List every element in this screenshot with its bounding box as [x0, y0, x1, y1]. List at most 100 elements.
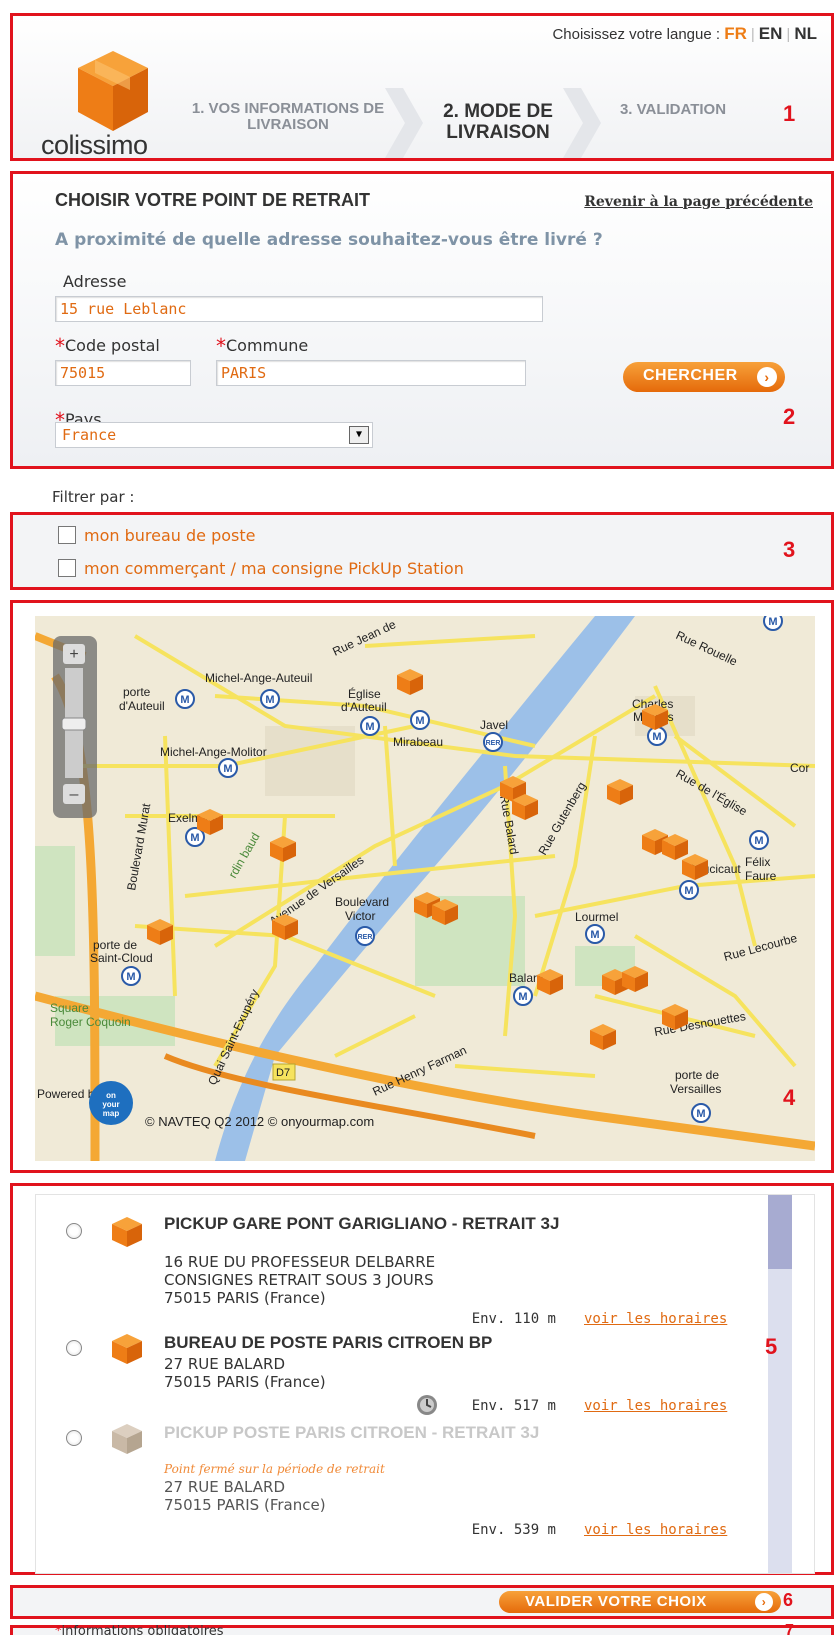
svg-text:map: map	[103, 1109, 120, 1118]
postal-code-input[interactable]: 75015	[55, 360, 191, 386]
svg-text:RER: RER	[358, 934, 373, 941]
svg-text:Église: Église	[348, 686, 381, 701]
radio-button[interactable]	[66, 1340, 82, 1356]
filter-post-office[interactable]: mon bureau de poste	[58, 523, 255, 547]
postal-label: *Code postal	[55, 334, 160, 358]
section-number: 4	[783, 1085, 796, 1110]
filter-post-office-label: mon bureau de poste	[84, 525, 256, 545]
svg-text:Mirabeau: Mirabeau	[393, 735, 443, 749]
language-en[interactable]: EN	[759, 24, 783, 43]
chevron-right-icon	[563, 88, 601, 158]
svg-text:M: M	[190, 832, 199, 844]
hours-link[interactable]: voir les horaires	[584, 1398, 727, 1414]
item-address: 27 RUE BALARD 75015 PARIS (France)	[164, 1355, 326, 1391]
svg-text:porte de: porte de	[93, 938, 137, 952]
hours-link[interactable]: voir les horaires	[584, 1522, 727, 1538]
language-nl[interactable]: NL	[794, 24, 817, 43]
checkbox[interactable]	[58, 559, 76, 577]
svg-text:your: your	[102, 1100, 119, 1109]
filter-pickup-station-label: mon commerçant / ma consigne PickUp Stat…	[84, 558, 464, 578]
section-number: 3	[783, 537, 796, 562]
svg-text:d'Auteuil: d'Auteuil	[341, 700, 387, 714]
city-label: *Commune	[216, 334, 309, 358]
country-select[interactable]: France ▼	[55, 422, 373, 448]
section-number: 2	[783, 404, 796, 429]
arrow-right-icon: ›	[755, 1593, 773, 1611]
radio-button[interactable]	[66, 1223, 82, 1239]
step-3: 3. VALIDATION	[619, 101, 727, 118]
svg-text:Félix: Félix	[745, 855, 770, 869]
map-canvas[interactable]: Rue Jean de Rue Rouelle porte d'Auteuil …	[35, 616, 815, 1161]
map-copyright: © NAVTEQ Q2 2012 © onyourmap.com	[145, 1114, 374, 1129]
svg-text:M: M	[180, 694, 189, 706]
filter-section: mon bureau de poste mon commerçant / ma …	[10, 512, 834, 590]
svg-text:Victor: Victor	[345, 909, 375, 923]
svg-text:D7: D7	[276, 1067, 290, 1079]
results-section: PICKUP GARE PONT GARIGLIANO - RETRAIT 3J…	[10, 1183, 834, 1575]
required-note: *informations obligatoires	[55, 1624, 224, 1635]
form-title: CHOISIR VOTRE POINT DE RETRAIT	[55, 190, 371, 210]
item-distance: Env. 110 m	[471, 1311, 556, 1327]
dropdown-arrow-icon[interactable]: ▼	[349, 426, 369, 444]
svg-text:Lourmel: Lourmel	[575, 910, 618, 924]
language-fr[interactable]: FR	[724, 24, 747, 43]
map[interactable]: Rue Jean de Rue Rouelle porte d'Auteuil …	[35, 616, 815, 1161]
item-address: 27 RUE BALARD 75015 PARIS (France)	[164, 1478, 326, 1514]
svg-text:M: M	[518, 991, 527, 1003]
logo-text: colissimo	[41, 130, 148, 160]
address-question: A proximité de quelle adresse souhaitez-…	[55, 230, 603, 250]
svg-text:Faure: Faure	[745, 869, 777, 883]
svg-text:Versailles: Versailles	[670, 1082, 721, 1096]
filter-label: Filtrer par :	[52, 488, 135, 506]
back-link[interactable]: Revenir à la page précédente	[584, 194, 813, 210]
svg-text:M: M	[265, 694, 274, 706]
section-number: 6	[783, 1590, 794, 1610]
filter-pickup-station[interactable]: mon commerçant / ma consigne PickUp Stat…	[58, 556, 464, 580]
search-button[interactable]: CHERCHER ›	[623, 362, 785, 392]
parcel-icon	[112, 1217, 142, 1247]
svg-text:M: M	[684, 885, 693, 897]
svg-text:on: on	[106, 1091, 116, 1100]
svg-text:d'Auteuil: d'Auteuil	[119, 699, 165, 713]
section-number: 5	[765, 1334, 778, 1359]
svg-text:M: M	[415, 715, 424, 727]
address-label: Adresse	[63, 272, 127, 291]
svg-text:Roger Coquoin: Roger Coquoin	[50, 1015, 131, 1029]
language-prompt: Choisissez votre langue :	[552, 26, 721, 43]
svg-text:Michel-Ange-Molitor: Michel-Ange-Molitor	[160, 745, 267, 759]
svg-text:Square: Square	[50, 1001, 89, 1015]
radio-button[interactable]	[66, 1430, 82, 1446]
header-section: Choisissez votre langue : FR | EN | NL colis…	[10, 13, 834, 161]
city-input[interactable]: PARIS	[216, 360, 526, 386]
scrollbar-thumb[interactable]	[768, 1195, 792, 1269]
validate-button[interactable]: VALIDER VOTRE CHOIX ›	[499, 1591, 781, 1613]
svg-text:Saint-Cloud: Saint-Cloud	[90, 951, 153, 965]
search-form-section: CHOISIR VOTRE POINT DE RETRAIT Revenir à…	[10, 171, 834, 469]
item-name: BUREAU DE POSTE PARIS CITROEN BP	[164, 1333, 493, 1352]
item-distance: Env. 539 m	[471, 1522, 556, 1538]
required-note-section: *informations obligatoires 7	[10, 1622, 834, 1635]
svg-text:RER: RER	[486, 740, 501, 747]
item-distance: Env. 517 m	[471, 1398, 556, 1414]
svg-text:M: M	[590, 929, 599, 941]
svg-text:+: +	[69, 646, 78, 663]
svg-text:M: M	[754, 835, 763, 847]
section-number: 1	[783, 101, 796, 126]
parcel-icon	[112, 1334, 142, 1364]
svg-text:Cor: Cor	[790, 761, 809, 775]
results-list[interactable]: PICKUP GARE PONT GARIGLIANO - RETRAIT 3J…	[35, 1194, 815, 1574]
svg-text:M: M	[223, 763, 232, 775]
map-section: Rue Jean de Rue Rouelle porte d'Auteuil …	[10, 600, 834, 1173]
address-input[interactable]: 15 rue Leblanc	[55, 296, 543, 322]
checkbox[interactable]	[58, 526, 76, 544]
scrollbar[interactable]	[768, 1195, 792, 1573]
svg-text:M: M	[365, 721, 374, 733]
hours-link[interactable]: voir les horaires	[584, 1311, 727, 1327]
svg-text:M: M	[696, 1108, 705, 1120]
colissimo-logo-icon	[78, 51, 148, 131]
svg-text:porte de: porte de	[675, 1068, 719, 1082]
clock-icon	[417, 1395, 437, 1415]
item-name: PICKUP POSTE PARIS CITROEN - RETRAIT 3J	[164, 1423, 540, 1442]
svg-text:M: M	[126, 971, 135, 983]
svg-text:–: –	[70, 786, 79, 803]
